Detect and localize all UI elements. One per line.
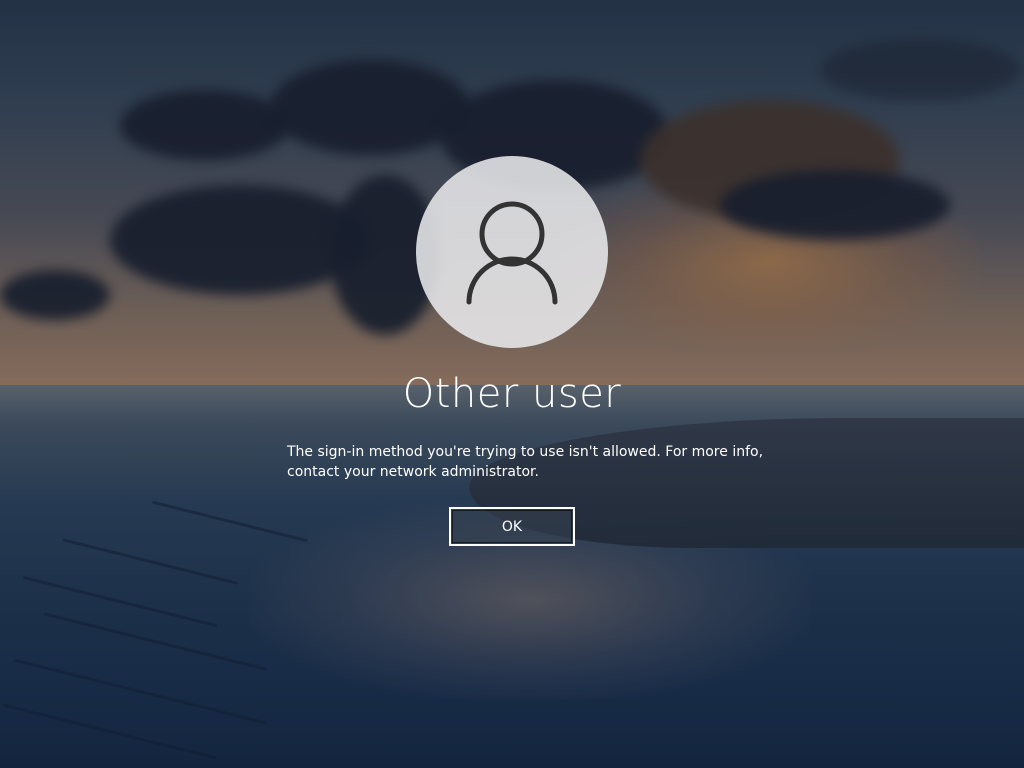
sign-in-error-message: The sign-in method you're trying to use … [287,442,764,482]
lock-screen: Other user The sign-in method you're try… [0,0,1024,768]
error-message-line: The sign-in method you're trying to use … [287,444,764,460]
ok-button[interactable]: OK [449,507,575,546]
user-name: Other user [402,371,622,417]
error-message-line: contact your network administrator. [287,464,539,480]
user-avatar [416,156,608,348]
user-icon [466,201,558,305]
